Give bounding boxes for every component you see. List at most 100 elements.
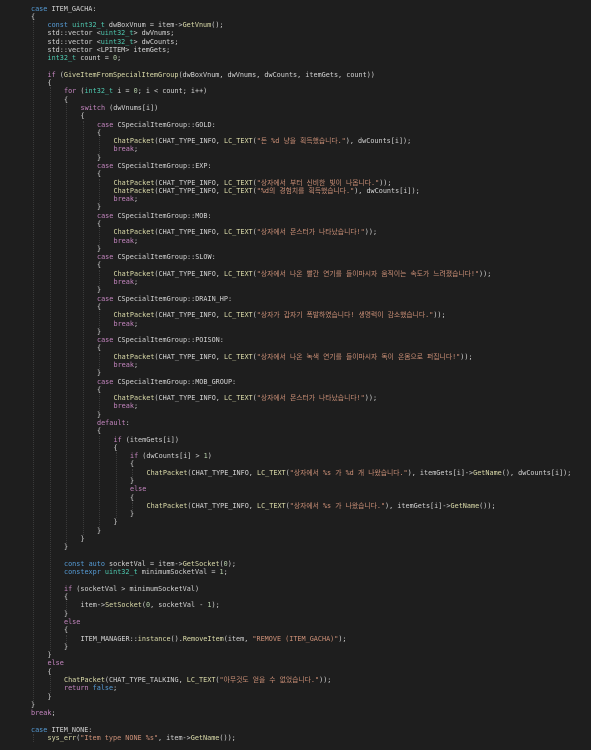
code-line: {: [31, 13, 35, 21]
code-token: {: [97, 427, 102, 436]
indent-guide: [99, 178, 100, 204]
code-line: case CSpecialItemGroup::DRAIN_HP:: [97, 295, 232, 303]
code-token: ; i < count; i++): [137, 87, 208, 96]
code-token: > dwVnums;: [133, 29, 175, 38]
code-token: (CHAT_TYPE_INFO,: [154, 186, 224, 195]
code-token: (), dwCounts[i]);: [501, 468, 572, 477]
code-token: case: [97, 253, 118, 262]
code-line: if (socketVal > minimumSocketVal): [64, 585, 199, 593]
code-token: "상자에서 나온 녹색 연기를 들이마시자 독이 온몸으로 퍼집니다!": [256, 352, 461, 361]
code-token: {: [97, 302, 102, 311]
code-line: ChatPacket(CHAT_TYPE_INFO, LC_TEXT("상자에서…: [114, 228, 378, 236]
code-token: ChatPacket: [113, 228, 155, 237]
code-token: "돈 %d 냥을 획득했습니다.": [256, 137, 346, 146]
code-token: }: [47, 692, 52, 701]
code-token: }: [130, 510, 135, 519]
code-token: ;: [51, 709, 56, 718]
code-line: {: [48, 79, 52, 87]
code-token: break: [113, 236, 134, 245]
code-token: "상자에서 부터 신비한 빛이 나옵니다.": [256, 178, 380, 187]
code-token: socketVal = item->: [109, 559, 183, 568]
code-token: "상자에서 %s 가 나왔습니다.": [289, 501, 386, 510]
code-token: int32_t: [84, 87, 118, 96]
code-token: CSpecialItemGroup::EXP:: [117, 162, 212, 170]
code-token: ));: [479, 269, 492, 278]
code-line: return false;: [64, 684, 117, 692]
code-token: {: [47, 667, 52, 676]
code-token: }: [64, 642, 69, 651]
code-token: GetName: [450, 501, 480, 510]
code-line: }: [97, 527, 101, 535]
code-line: ChatPacket(CHAT_TYPE_INFO, LC_TEXT("돈 %d…: [114, 137, 412, 145]
code-token: GetName: [473, 468, 502, 477]
indent-guide: [99, 352, 100, 370]
code-line: case CSpecialItemGroup::POISON:: [97, 336, 224, 344]
code-line: case ITEM_NONE:: [31, 726, 92, 734]
code-token: ();: [211, 21, 224, 30]
code-token: count =: [80, 54, 113, 63]
code-token: std::vector <LPITEM> itemGets;: [47, 45, 171, 54]
code-token: ));: [433, 311, 446, 320]
code-token: {: [64, 593, 69, 602]
code-token: ChatPacket: [113, 394, 155, 403]
code-token: }: [97, 286, 102, 295]
code-token: const: [47, 21, 73, 30]
indent-guide: [66, 103, 67, 544]
code-token: ;: [133, 319, 139, 328]
code-line: break;: [114, 361, 139, 369]
code-token: }: [64, 543, 69, 552]
code-line: std::vector <uint32_t> dwCounts;: [48, 38, 179, 46]
code-token: ;: [133, 278, 139, 287]
code-token: (dwCounts[i] >: [142, 452, 204, 461]
code-line: if (GiveItemFromSpecialItemGroup(dwBoxVn…: [48, 71, 375, 79]
code-token: std::vector <: [47, 37, 101, 46]
code-line: case CSpecialItemGroup::MOB:: [97, 212, 212, 220]
code-token: }: [64, 609, 69, 618]
code-line: }: [97, 411, 101, 419]
code-token: {: [97, 261, 102, 270]
code-line: ChatPacket(CHAT_TYPE_INFO, LC_TEXT("상자가 …: [114, 311, 446, 319]
code-token: ChatPacket: [113, 178, 155, 187]
code-token: SetSocket: [105, 601, 142, 610]
code-token: , item->: [158, 734, 191, 743]
code-line: }: [130, 510, 134, 518]
code-token: }: [97, 244, 102, 253]
code-token: minimumSocketVal =: [141, 568, 220, 577]
code-token: GetSocket: [182, 559, 220, 568]
code-token: else: [64, 617, 81, 626]
code-line: case ITEM_GACHA:: [31, 5, 96, 13]
code-token: LC_TEXT: [224, 394, 253, 403]
code-token: ChatPacket: [113, 137, 155, 146]
code-token: );: [227, 559, 236, 568]
code-token: LC_TEXT: [224, 178, 253, 187]
code-token: }: [47, 651, 52, 660]
code-token: {: [47, 79, 52, 88]
code-token: case: [97, 211, 118, 220]
code-line: }: [97, 328, 101, 336]
code-token: ());: [479, 501, 496, 510]
code-token: {: [97, 344, 102, 353]
code-line: case CSpecialItemGroup::MOB_GROUP:: [97, 378, 236, 386]
code-token: if: [47, 70, 60, 79]
code-line: }: [114, 518, 118, 526]
code-editor[interactable]: case ITEM_GACHA:{const uint32_t dwBoxVnu…: [0, 0, 591, 750]
code-token: ));: [364, 394, 378, 403]
indent-guide: [66, 601, 67, 610]
indent-guide: [99, 394, 100, 411]
code-token: }: [80, 535, 85, 544]
code-token: uint32_t: [72, 21, 109, 30]
code-line: ChatPacket(CHAT_TYPE_INFO, LC_TEXT("상자에서…: [114, 394, 378, 402]
code-line: const auto socketVal = item->GetSocket(0…: [64, 560, 236, 568]
code-token: LC_TEXT: [257, 501, 286, 510]
code-token: if: [130, 452, 143, 461]
code-line: break;: [114, 402, 139, 410]
indent-guide: [99, 269, 100, 287]
code-line: {: [81, 112, 85, 120]
code-line: ChatPacket(CHAT_TYPE_TALKING, LC_TEXT("아…: [64, 676, 331, 684]
code-token: std::vector <: [47, 29, 101, 38]
code-token: CSpecialItemGroup::SLOW:: [117, 253, 216, 262]
code-token: instance: [137, 634, 171, 643]
code-token: case: [97, 120, 118, 129]
code-token: );: [338, 634, 347, 643]
code-token: LC_TEXT: [224, 228, 253, 237]
